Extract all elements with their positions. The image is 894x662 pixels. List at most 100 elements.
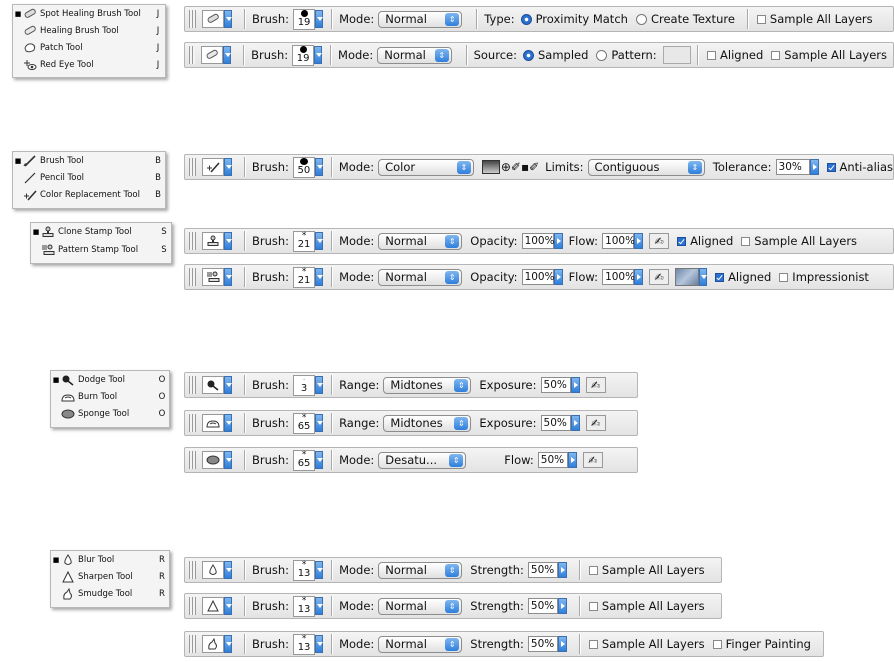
bar-grip[interactable] [189, 451, 196, 469]
exposure-input[interactable]: 50% [540, 377, 580, 393]
brush-picker[interactable]: * 13 [293, 595, 324, 617]
tool-preset-picker[interactable] [202, 635, 232, 653]
burn-icon [206, 420, 220, 428]
bar-grip[interactable] [189, 158, 196, 176]
dodge-options-bar: Brush: · 3 Range: Midtones ⇕ Exposure: 50%… [184, 372, 638, 398]
airbrush-button[interactable]: ✍ [649, 269, 670, 285]
bar-grip[interactable] [189, 376, 196, 394]
strength-input[interactable]: 50% [527, 598, 567, 614]
pattern-radio[interactable]: Pattern: [594, 48, 657, 62]
brush-size: 65 [297, 457, 311, 469]
selected-bullet: ■ [14, 10, 22, 18]
range-select[interactable]: Midtones ⇕ [383, 414, 472, 432]
tool-preset-picker[interactable] [201, 46, 232, 64]
strength-input[interactable]: 50% [527, 562, 567, 578]
mode-select[interactable]: Desatu... ⇕ [378, 451, 467, 469]
sample-all-layers-checkbox[interactable]: Sample All Layers [739, 234, 857, 248]
flow-input[interactable]: 100% [602, 233, 644, 249]
bar-grip[interactable] [189, 46, 196, 64]
bar-grip[interactable] [189, 561, 196, 579]
tool-preset-picker[interactable] [202, 451, 232, 469]
tool-preset-picker[interactable] [202, 268, 232, 286]
brush-picker[interactable]: 19 [292, 44, 323, 66]
brush-picker[interactable]: * 21 [293, 230, 324, 252]
mode-select[interactable]: Normal ⇕ [378, 561, 463, 579]
opacity-input[interactable]: 100% [521, 269, 563, 285]
aligned-checkbox[interactable]: Aligned [713, 270, 771, 284]
proximity-match-radio[interactable]: Proximity Match [519, 12, 628, 26]
bar-grip[interactable] [189, 597, 196, 615]
pattern-picker[interactable] [662, 46, 692, 64]
mode-select[interactable]: Normal ⇕ [377, 46, 452, 64]
pattern-picker[interactable] [675, 268, 700, 286]
tool-preset-picker[interactable] [202, 597, 232, 615]
menu-item-blur[interactable]: ■ Blur Tool R [51, 553, 169, 567]
create-texture-radio[interactable]: Create Texture [634, 12, 735, 26]
brush-picker[interactable]: * 13 [293, 633, 324, 655]
brush-picker[interactable]: * 65 [293, 412, 324, 434]
sample-all-layers-checkbox[interactable]: Sample All Layers [587, 599, 705, 613]
airbrush-button[interactable]: ✍ [582, 452, 603, 468]
flow-input[interactable]: 100% [602, 269, 644, 285]
mode-select[interactable]: Normal ⇕ [378, 232, 463, 250]
airbrush-button[interactable]: ✍ [585, 415, 606, 431]
anti-alias-checkbox[interactable]: Anti-alias [825, 160, 893, 174]
tool-preset-picker[interactable] [202, 376, 232, 394]
mode-select[interactable]: Normal ⇕ [378, 635, 463, 653]
sampled-radio[interactable]: Sampled [521, 48, 588, 62]
tool-preset-picker[interactable] [202, 232, 232, 250]
pattern-picker-arrow[interactable] [699, 268, 708, 286]
bar-grip[interactable] [189, 10, 196, 28]
airbrush-button[interactable]: ✍ [649, 233, 670, 249]
brush-picker[interactable]: · 3 [293, 374, 324, 396]
menu-item-healing-brush[interactable]: Healing Brush Tool J [13, 24, 165, 38]
menu-item-red-eye[interactable]: Red Eye Tool J [13, 58, 165, 72]
menu-item-color-replacement[interactable]: Color Replacement Tool B [13, 188, 165, 202]
opacity-input[interactable]: 100% [521, 233, 563, 249]
limits-select[interactable]: Contiguous ⇕ [587, 158, 705, 176]
menu-item-smudge[interactable]: Smudge Tool R [51, 587, 169, 601]
bar-grip[interactable] [189, 232, 196, 250]
tool-preset-picker[interactable] [202, 10, 232, 28]
menu-item-dodge[interactable]: ■ Dodge Tool O [51, 373, 169, 387]
menu-item-sharpen[interactable]: Sharpen Tool R [51, 570, 169, 584]
menu-item-clone-stamp[interactable]: ■ Clone Stamp Tool S [31, 225, 171, 239]
sample-all-layers-checkbox[interactable]: Sample All Layers [769, 48, 887, 62]
menu-item-pattern-stamp[interactable]: Pattern Stamp Tool S [31, 243, 171, 257]
finger-painting-checkbox[interactable]: Finger Painting [711, 637, 811, 651]
aligned-checkbox[interactable]: Aligned [705, 48, 763, 62]
brush-picker[interactable]: * 21 [293, 266, 324, 288]
menu-item-burn[interactable]: Burn Tool O [51, 390, 169, 404]
sampling-options[interactable]: ⊕ ✐▪✐ [481, 160, 539, 174]
brush-picker[interactable]: * 65 [293, 449, 324, 471]
brush-picker[interactable]: 19 [293, 8, 324, 30]
mode-select[interactable]: Normal ⇕ [378, 10, 463, 28]
bar-grip[interactable] [189, 414, 196, 432]
flow-input[interactable]: 50% [537, 452, 577, 468]
mode-select[interactable]: Color ⇕ [378, 158, 474, 176]
aligned-checkbox[interactable]: Aligned [675, 234, 733, 248]
range-select[interactable]: Midtones ⇕ [383, 376, 472, 394]
tool-preset-picker[interactable] [201, 158, 232, 176]
menu-item-sponge[interactable]: Sponge Tool O [51, 407, 169, 421]
impressionist-checkbox[interactable]: Impressionist [777, 270, 869, 284]
menu-item-spot-healing-brush[interactable]: ■ Spot Healing Brush Tool J [13, 7, 165, 21]
tolerance-input[interactable]: 30% [775, 159, 819, 175]
exposure-input[interactable]: 50% [540, 415, 580, 431]
tool-preset-picker[interactable] [202, 414, 232, 432]
mode-select[interactable]: Normal ⇕ [378, 597, 463, 615]
menu-item-brush[interactable]: ■ Brush Tool B [13, 154, 165, 168]
sample-all-layers-checkbox[interactable]: Sample All Layers [587, 563, 705, 577]
brush-picker[interactable]: 50 [292, 156, 323, 178]
tool-preset-picker[interactable] [202, 561, 232, 579]
sample-all-layers-checkbox[interactable]: Sample All Layers [587, 637, 705, 651]
mode-select[interactable]: Normal ⇕ [378, 268, 463, 286]
menu-item-pencil[interactable]: Pencil Tool B [13, 171, 165, 185]
sample-all-layers-checkbox[interactable]: Sample All Layers [755, 12, 873, 26]
brush-picker[interactable]: * 13 [293, 559, 324, 581]
airbrush-button[interactable]: ✍ [585, 377, 606, 393]
menu-item-patch[interactable]: Patch Tool J [13, 41, 165, 55]
bar-grip[interactable] [189, 268, 196, 286]
strength-input[interactable]: 50% [527, 636, 567, 652]
bar-grip[interactable] [189, 635, 196, 653]
